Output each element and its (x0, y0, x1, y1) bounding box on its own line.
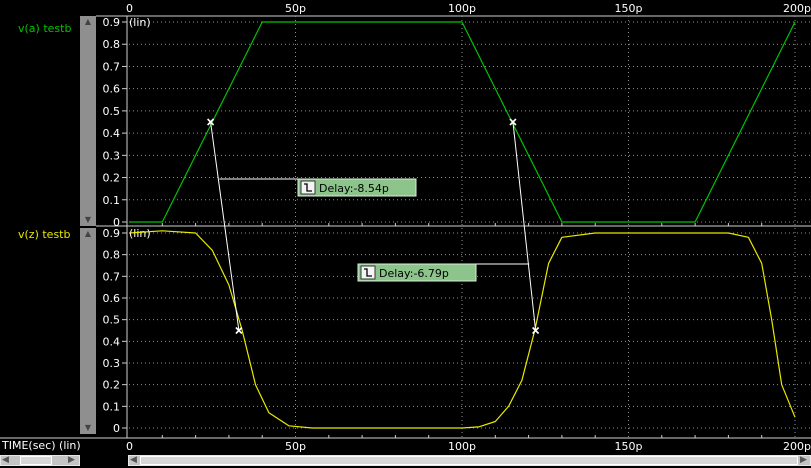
x-tick-label-top: 200p (783, 2, 811, 15)
y-tick-label: 0.7 (103, 270, 121, 283)
y-tick-label: 0.8 (103, 38, 121, 51)
y-tick-label: 0.6 (103, 292, 121, 305)
scroll-left-arrow-icon[interactable]: ◀ (130, 455, 137, 466)
time-scroll-thumb[interactable] (140, 456, 798, 465)
delay-label-text: Delay:-6.79p (379, 267, 449, 280)
y-tick-label: 0.6 (103, 83, 121, 96)
y-tick-label: 0.8 (103, 249, 121, 262)
y-tick-label: 0 (113, 422, 120, 435)
y-tick-label: 0.9 (103, 16, 121, 29)
y-scale-label: (lin) (129, 227, 151, 240)
delay-measure-icon (300, 180, 316, 195)
y-tick-label: 0.5 (103, 314, 121, 327)
waveform-plot[interactable]: 0050p50p100p100p150p150p200p200p0.90.80.… (0, 0, 811, 468)
y-tick-label: 0.7 (103, 60, 121, 73)
axis-labels: 0050p50p100p100p150p150p200p200p0.90.80.… (103, 2, 811, 453)
x-axis-label: TIME(sec) (lin) (2, 439, 81, 452)
x-tick-label-bottom: 50p (285, 440, 306, 453)
scroll-left-arrow-icon[interactable]: ◀ (2, 455, 9, 466)
y-tick-label: 0.3 (103, 149, 121, 162)
scroll-right-arrow-icon[interactable]: ▶ (68, 455, 75, 466)
delay-label-text: Delay:-8.54p (319, 182, 389, 195)
x-tick-label-bottom: 100p (448, 440, 476, 453)
y-tick-label: 0.4 (103, 335, 121, 348)
x-tick-label-top: 0 (126, 2, 133, 15)
y-tick-label: 0.9 (103, 227, 121, 240)
x-tick-label-top: 150p (615, 2, 643, 15)
delay-measure-icon (360, 265, 376, 280)
y-tick-label: 0.4 (103, 127, 121, 140)
y-scale-label: (lin) (129, 16, 151, 29)
x-tick-label-top: 50p (285, 2, 306, 15)
y-tick-label: 0.3 (103, 357, 121, 370)
name-panel-scroll-thumb[interactable] (20, 456, 52, 465)
x-tick-label-top: 100p (448, 2, 476, 15)
y-tick-label: 0.2 (103, 379, 121, 392)
x-tick-label-bottom: 200p (783, 440, 811, 453)
y-tick-label: 0.2 (103, 172, 121, 185)
scroll-right-arrow-icon[interactable]: ▶ (800, 455, 807, 466)
x-tick-label-bottom: 150p (615, 440, 643, 453)
x-tick-label-bottom: 0 (126, 440, 133, 453)
y-tick-label: 0.1 (103, 194, 121, 207)
y-tick-label: 0.5 (103, 105, 121, 118)
grid (0, 15, 811, 439)
y-tick-label: 0.1 (103, 400, 121, 413)
